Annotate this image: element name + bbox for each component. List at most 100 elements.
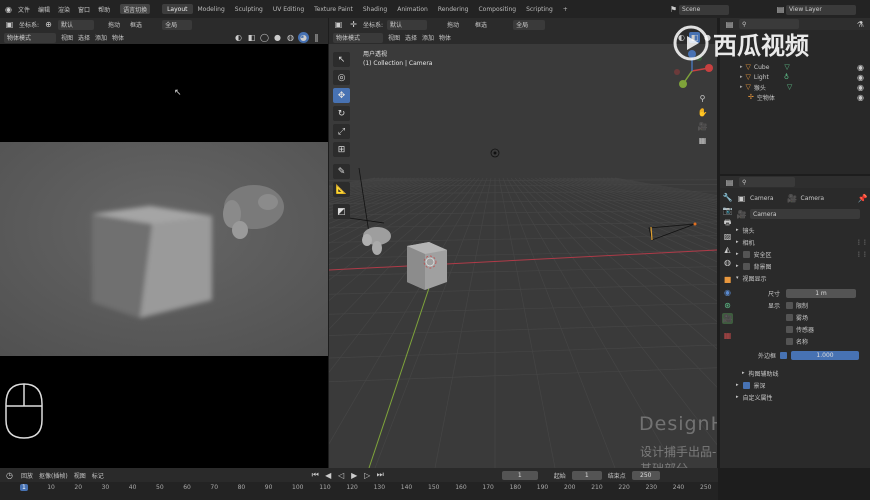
vp-transform-orientation-select[interactable]: 全局 — [513, 19, 546, 30]
xray-icon[interactable]: ◧ — [246, 32, 257, 43]
vp-mode-select[interactable]: 物体模式 — [333, 32, 383, 43]
blender-logo-icon[interactable]: ◉ — [3, 4, 14, 15]
prev-key-icon[interactable]: ◀ — [323, 470, 334, 481]
expand-arrow-icon[interactable]: ▸ — [740, 84, 743, 90]
object-tab-icon[interactable]: ■ — [722, 274, 733, 285]
menu-select[interactable]: 选择 — [78, 33, 90, 42]
vp-menu-select[interactable]: 选择 — [405, 33, 417, 42]
tab-scripting[interactable]: Scripting — [521, 4, 558, 14]
start-frame-field[interactable]: 1 — [571, 470, 602, 480]
transform-tool-icon[interactable]: ⊞ — [333, 142, 350, 157]
select-tool-icon[interactable]: ↖ — [333, 52, 350, 67]
render-tab-icon[interactable]: 📷 — [722, 205, 733, 216]
menu-window[interactable]: 窗口 — [78, 5, 90, 14]
annotate-tool-icon[interactable]: ✎ — [333, 164, 350, 179]
pan-hand-icon[interactable]: ✋ — [697, 107, 708, 118]
camera-datablock-field[interactable]: Camera — [750, 209, 860, 219]
timeline-menu-view[interactable]: 视图 — [74, 471, 86, 480]
list-item[interactable]: ▸ ▽ Cube ▽ ◉ — [740, 62, 870, 72]
pause-icon[interactable]: ‖ — [311, 32, 322, 43]
play-icon[interactable]: ▶ — [349, 470, 360, 481]
timeline-editor-type-icon[interactable]: ◷ — [4, 470, 15, 481]
list-item[interactable]: ✢ 空物体 ◉ — [740, 92, 870, 102]
tab-uv-editing[interactable]: UV Editing — [268, 4, 309, 14]
frame-ruler[interactable]: 1 10 20 30 40 50 60 70 80 90 100 110 120 130 140 150 160… — [0, 482, 718, 500]
expand-arrow-icon[interactable]: ▸ — [740, 74, 743, 80]
section-camera[interactable]: ▸ 相机 ⋮⋮ — [736, 236, 868, 248]
passepartout-field[interactable]: 1.000 — [791, 350, 859, 360]
current-frame-field[interactable]: 1 — [501, 470, 538, 480]
tab-layout[interactable]: Layout — [162, 4, 193, 14]
vp-select-box-label[interactable]: 框选 — [475, 20, 487, 29]
measure-tool-icon[interactable]: 📐 — [333, 182, 350, 197]
tool-tab-icon[interactable]: 🔧 — [722, 192, 733, 203]
menu-view[interactable]: 视图 — [61, 33, 73, 42]
safe-areas-checkbox[interactable] — [742, 250, 750, 258]
texture-tab-icon[interactable]: ▦ — [722, 330, 733, 341]
material-shading-icon[interactable]: ◍ — [285, 32, 296, 43]
coord-system-select[interactable]: 默认 — [58, 19, 95, 30]
drag-handle-icon[interactable]: ⋮⋮ — [856, 251, 868, 258]
cube-object[interactable] — [407, 242, 447, 290]
section-composition-guides[interactable]: ▸ 构图辅助线 — [736, 367, 868, 379]
menu-add[interactable]: 添加 — [95, 33, 107, 42]
transform-icon[interactable]: ✛ — [348, 19, 359, 30]
menu-help[interactable]: 帮助 — [98, 5, 110, 14]
camera-object[interactable] — [648, 222, 697, 241]
scene-selector[interactable]: ⚑ Scene — [668, 4, 729, 15]
solid-shading-icon[interactable]: ● — [272, 32, 283, 43]
jump-end-icon[interactable]: ⏭ — [375, 470, 386, 481]
timeline-menu-marker[interactable]: 标记 — [92, 471, 104, 480]
view-layer-tab-icon[interactable]: ▨ — [722, 231, 733, 242]
rendered-shading-icon[interactable]: ◕ — [298, 32, 309, 43]
vp-menu-view[interactable]: 视图 — [388, 33, 400, 42]
menu-edit[interactable]: 编辑 — [38, 5, 50, 14]
outliner-filter-icon[interactable]: ⚗ — [855, 19, 866, 30]
timeline-menu-keying[interactable]: 抠像(插帧) — [39, 471, 68, 480]
end-frame-field[interactable]: 250 — [631, 470, 660, 480]
language-switch-button[interactable]: 语言切换 — [120, 4, 151, 14]
menu-file[interactable]: 文件 — [18, 5, 30, 14]
timeline-menu-playback[interactable]: 回放 — [21, 471, 33, 480]
vp-coord-system-select[interactable]: 默认 — [387, 19, 428, 30]
menu-object[interactable]: 物体 — [112, 33, 124, 42]
datablock-browse-icon[interactable]: 🎥 — [736, 209, 747, 220]
outliner-item-empty[interactable]: 空物体 — [757, 93, 775, 102]
transform-orientation-select[interactable]: 全局 — [162, 19, 193, 30]
section-background-images[interactable]: ▸ 背景图 — [736, 260, 868, 272]
camera-view-icon[interactable]: 🎥 — [697, 121, 708, 132]
passepartout-checkbox[interactable] — [780, 351, 787, 359]
select-box-label[interactable]: 框选 — [130, 20, 142, 29]
background-images-checkbox[interactable] — [742, 262, 750, 270]
play-reverse-icon[interactable]: ◁ — [336, 470, 347, 481]
props-editor-type-icon[interactable]: ▤ — [724, 177, 735, 188]
tab-rendering[interactable]: Rendering — [433, 4, 474, 14]
jump-start-icon[interactable]: ⏮ — [310, 470, 321, 481]
outliner-item-monkey[interactable]: 猴头 — [754, 83, 766, 92]
rotate-tool-icon[interactable]: ↻ — [333, 106, 350, 121]
add-workspace-button[interactable]: + — [558, 4, 573, 14]
view-layer-selector[interactable]: ▤ View Layer — [775, 4, 856, 15]
expand-arrow-icon[interactable]: ▸ — [740, 64, 743, 70]
tab-animation[interactable]: Animation — [392, 4, 433, 14]
tab-modeling[interactable]: Modeling — [193, 4, 230, 14]
perspective-grid-icon[interactable]: ▦ — [697, 135, 708, 146]
view-layer-field[interactable]: View Layer — [786, 4, 856, 15]
vp-menu-object[interactable]: 物体 — [439, 33, 451, 42]
constraints-tab-icon[interactable]: ⊛ — [722, 300, 733, 311]
list-item[interactable]: ▸ ▽ 猴头 ▽ ◉ — [740, 82, 870, 92]
next-key-icon[interactable]: ▷ — [362, 470, 373, 481]
visibility-eye-icon[interactable]: ◉ — [855, 92, 866, 103]
outliner-item-cube[interactable]: Cube — [754, 64, 770, 71]
section-lens[interactable]: ▸ 镜头 — [736, 224, 868, 236]
tab-compositing[interactable]: Compositing — [473, 4, 521, 14]
name-checkbox[interactable] — [786, 337, 793, 345]
physics-tab-icon[interactable]: ◉ — [722, 287, 733, 298]
outliner-item-light[interactable]: Light — [754, 74, 769, 81]
light-object[interactable] — [490, 148, 500, 158]
tab-shading[interactable]: Shading — [358, 4, 392, 14]
props-search-input[interactable]: ⚲ — [739, 177, 795, 187]
add-cube-tool-icon[interactable]: ◩ — [333, 204, 350, 219]
sensor-checkbox[interactable] — [786, 325, 793, 333]
mode-select[interactable]: 物体模式 — [4, 32, 56, 43]
